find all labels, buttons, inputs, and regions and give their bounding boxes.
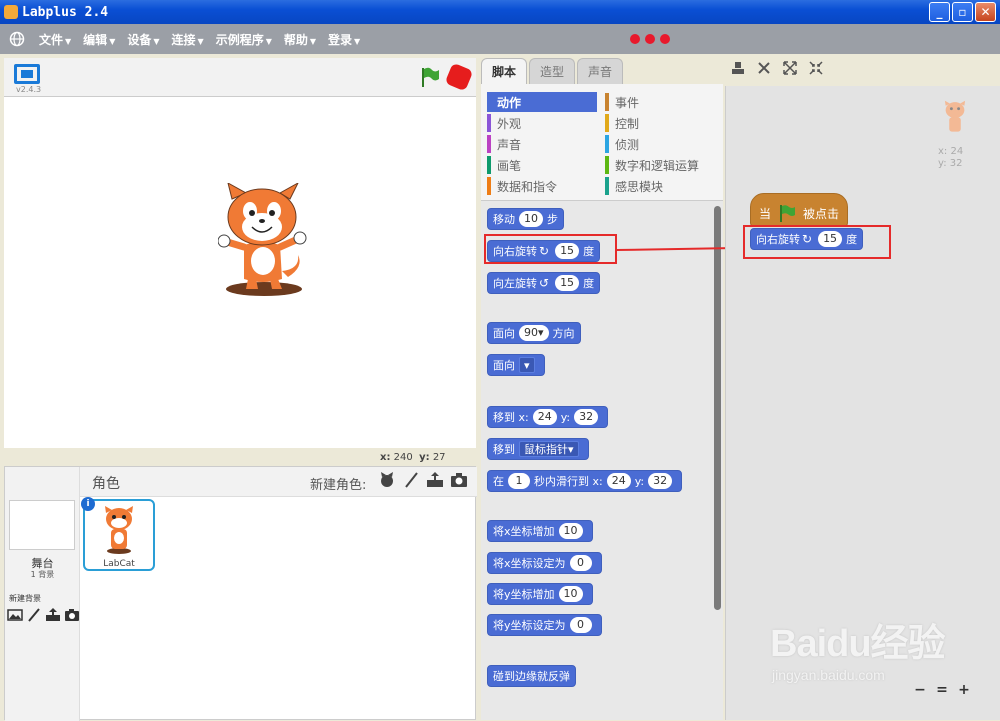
labcat-sprite[interactable] (218, 183, 308, 299)
title-bar: Labplus 2.4 _ ▫ ✕ (0, 0, 1000, 24)
paint-sprite-icon[interactable] (402, 471, 420, 489)
category-operators[interactable]: 数字和逻辑运算 (605, 155, 723, 175)
tab-sounds[interactable]: 声音 (577, 58, 623, 84)
category-events[interactable]: 事件 (605, 92, 723, 112)
sprite-card-labcat[interactable]: i LabCat (81, 497, 155, 571)
tab-costumes[interactable]: 造型 (529, 58, 575, 84)
sprite-info-icon[interactable]: i (81, 497, 95, 511)
block-set-y[interactable]: 将y坐标设定为 0 (487, 614, 602, 636)
block-change-y[interactable]: 将y坐标增加 10 (487, 583, 593, 605)
tab-scripts[interactable]: 脚本 (481, 58, 527, 84)
delete-tool-icon[interactable] (756, 60, 772, 76)
menu-bar: 文件 ▼ 编辑 ▼ 设备 ▼ 连接 ▼ 示例程序 ▼ 帮助 ▼ 登录 ▼ (0, 24, 1000, 54)
upload-sprite-icon[interactable] (426, 471, 444, 489)
backdrop-count: 1 背景 (30, 570, 55, 579)
block-turn-left[interactable]: 向左旋转 ↺ 15 度 (487, 272, 601, 294)
editor-tabs: 脚本 造型 声音 (481, 58, 625, 84)
stage-column: 舞台 1 背景 新建背景 (5, 467, 80, 721)
duplicate-tool-icon[interactable] (730, 60, 746, 76)
category-control[interactable]: 控制 (605, 113, 723, 133)
menu-help[interactable]: 帮助 ▼ (284, 31, 316, 48)
sprite-position: x: 24 y: 32 (938, 146, 964, 169)
version-label: v2.4.3 (16, 85, 42, 94)
sprites-header: 角色 新建角色: (80, 467, 477, 497)
highlight-box-script (743, 225, 891, 259)
new-backdrop-label: 新建背景 (9, 594, 41, 603)
block-bounce[interactable]: 碰到边缘就反弹 (487, 665, 576, 687)
when-flag-clicked-block[interactable]: 当 被点击 (750, 193, 849, 227)
choose-backdrop-icon[interactable] (7, 607, 23, 623)
menu-examples[interactable]: 示例程序 ▼ (216, 31, 272, 48)
block-goto[interactable]: 移到 鼠标指针▾ (487, 438, 589, 460)
baidu-watermark: Baidu经验 jingyan.baidu.com (770, 623, 946, 683)
stage-toolbar: v2.4.3 (4, 58, 476, 96)
green-flag-icon[interactable] (419, 66, 441, 88)
menu-edit[interactable]: 编辑 ▼ (83, 31, 115, 48)
window-title: Labplus 2.4 (22, 4, 109, 20)
category-pen[interactable]: 画笔 (487, 155, 605, 175)
minimize-button[interactable]: _ (929, 2, 950, 22)
camera-backdrop-icon[interactable] (64, 607, 80, 623)
labcat-thumbnail (105, 506, 133, 554)
block-goto-xy[interactable]: 移到 x: 24 y: 32 (487, 406, 609, 428)
stage-thumbnail[interactable] (9, 500, 75, 550)
palette-scrollbar[interactable] (714, 206, 721, 610)
sprites-panel: 舞台 1 背景 新建背景 角色 新建角色: i LabCat (4, 466, 477, 721)
category-sound[interactable]: 声音 (487, 134, 605, 154)
block-move[interactable]: 移动 10 步 (487, 208, 564, 230)
zoom-out-icon[interactable]: − (912, 682, 928, 698)
new-sprite-label: 新建角色: (310, 478, 367, 493)
close-button[interactable]: ✕ (975, 2, 996, 22)
green-flag-icon (780, 205, 796, 222)
fullscreen-icon[interactable] (14, 64, 40, 84)
sprites-title: 角色 (92, 476, 120, 492)
mouse-coordinates: x: 240 y: 27 (380, 452, 446, 463)
category-motion[interactable]: 动作 (487, 92, 597, 112)
menu-login[interactable]: 登录 ▼ (328, 31, 360, 48)
block-categories: 动作 事件 外观 控制 声音 侦测 画笔 数字和逻辑运算 数据和指令 感思模块 (481, 84, 723, 200)
zoom-in-icon[interactable]: + (956, 682, 972, 698)
block-point-direction[interactable]: 面向 90▾ 方向 (487, 322, 581, 344)
grow-tool-icon[interactable] (782, 60, 798, 76)
category-looks[interactable]: 外观 (487, 113, 605, 133)
cursor-tools (730, 60, 824, 76)
choose-sprite-icon[interactable] (378, 471, 396, 489)
block-point-towards[interactable]: 面向 ▾ (487, 354, 545, 376)
zoom-controls: − = + (912, 682, 972, 698)
menu-device[interactable]: 设备 ▼ (127, 31, 159, 48)
upload-backdrop-icon[interactable] (45, 607, 61, 623)
maximize-button[interactable]: ▫ (952, 2, 973, 22)
menu-connect[interactable]: 连接 ▼ (172, 31, 204, 48)
turn-left-icon: ↺ (539, 276, 550, 290)
app-icon (4, 5, 18, 19)
block-glide[interactable]: 在 1 秒内滑行到 x: 24 y: 32 (487, 470, 683, 492)
current-sprite-thumbnail (944, 100, 966, 132)
block-change-x[interactable]: 将x坐标增加 10 (487, 520, 593, 542)
block-set-x[interactable]: 将x坐标设定为 0 (487, 552, 602, 574)
shrink-tool-icon[interactable] (808, 60, 824, 76)
paint-backdrop-icon[interactable] (26, 607, 42, 623)
connection-status-dots (630, 34, 670, 44)
camera-sprite-icon[interactable] (450, 471, 468, 489)
stage-canvas[interactable] (4, 96, 476, 448)
globe-icon[interactable] (9, 31, 25, 47)
zoom-reset-icon[interactable]: = (934, 682, 950, 698)
category-sensors[interactable]: 感思模块 (605, 176, 723, 196)
sprite-name: LabCat (103, 559, 135, 569)
highlight-box-palette (484, 234, 617, 264)
stop-icon[interactable] (444, 62, 474, 92)
category-data[interactable]: 数据和指令 (487, 176, 605, 196)
category-sensing[interactable]: 侦测 (605, 134, 723, 154)
menu-file[interactable]: 文件 ▼ (39, 31, 71, 48)
